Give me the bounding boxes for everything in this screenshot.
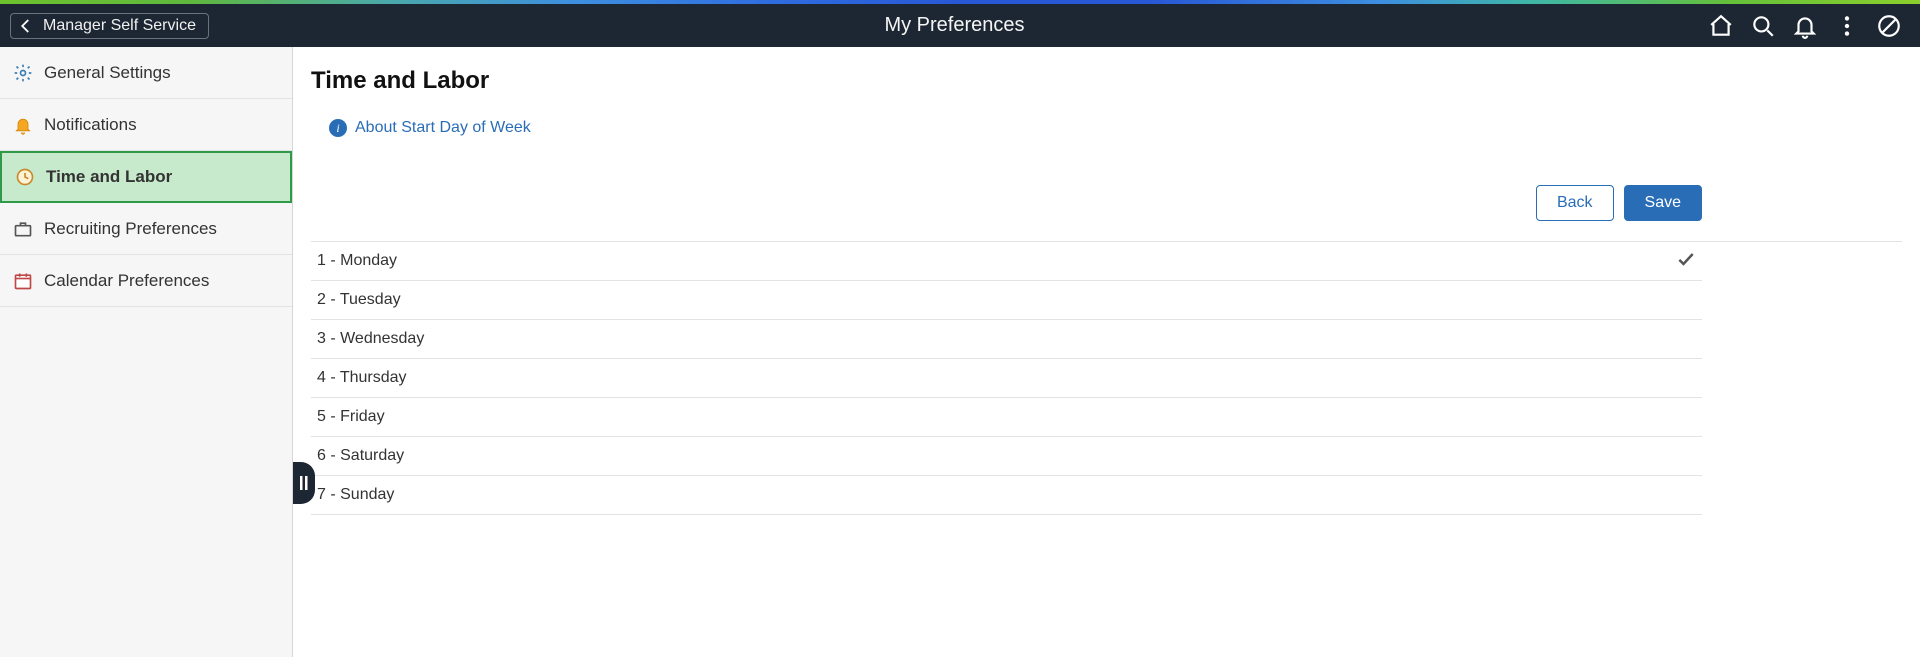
sidebar-item-time-and-labor[interactable]: Time and Labor: [0, 151, 292, 203]
chevron-left-icon: [17, 17, 35, 35]
search-icon: [1750, 13, 1776, 39]
search-button[interactable]: [1742, 8, 1784, 44]
bell-icon: [12, 114, 34, 136]
about-start-day-link[interactable]: About Start Day of Week: [355, 119, 531, 137]
home-icon: [1708, 13, 1734, 39]
actions-button[interactable]: [1826, 8, 1868, 44]
day-label: 3 - Wednesday: [317, 330, 424, 348]
bell-icon: [1792, 13, 1818, 39]
notifications-button[interactable]: [1784, 8, 1826, 44]
main-content: Time and Labor i About Start Day of Week…: [293, 47, 1920, 657]
day-label: 6 - Saturday: [317, 447, 404, 465]
day-row-saturday[interactable]: 6 - Saturday: [311, 437, 1702, 476]
calendar-icon: [12, 270, 34, 292]
page-title: Time and Labor: [311, 67, 1902, 95]
day-label: 5 - Friday: [317, 408, 385, 426]
day-label: 7 - Sunday: [317, 486, 394, 504]
page-header-title: My Preferences: [209, 14, 1700, 37]
day-row-monday[interactable]: 1 - Monday: [311, 242, 1702, 281]
sidebar-item-label: Time and Labor: [46, 167, 172, 187]
sidebar-item-label: General Settings: [44, 63, 171, 83]
sidebar-item-notifications[interactable]: Notifications: [0, 99, 292, 151]
day-row-tuesday[interactable]: 2 - Tuesday: [311, 281, 1702, 320]
back-label: Manager Self Service: [43, 17, 196, 35]
pause-icon: [299, 475, 309, 491]
day-row-friday[interactable]: 5 - Friday: [311, 398, 1702, 437]
back-button[interactable]: Manager Self Service: [10, 13, 209, 39]
back-page-button[interactable]: Back: [1536, 185, 1614, 221]
kebab-icon: [1834, 13, 1860, 39]
day-row-sunday[interactable]: 7 - Sunday: [311, 476, 1702, 515]
sidebar-item-general-settings[interactable]: General Settings: [0, 47, 292, 99]
day-list: 1 - Monday 2 - Tuesday 3 - Wednesday 4 -…: [311, 242, 1702, 515]
compass-icon: [1876, 13, 1902, 39]
sidebar-item-label: Recruiting Preferences: [44, 219, 217, 239]
day-label: 1 - Monday: [317, 252, 397, 270]
sidebar-item-recruiting-preferences[interactable]: Recruiting Preferences: [0, 203, 292, 255]
button-row: Back Save: [311, 185, 1902, 242]
briefcase-icon: [12, 218, 34, 240]
day-label: 2 - Tuesday: [317, 291, 401, 309]
check-icon: [1676, 249, 1696, 274]
day-row-wednesday[interactable]: 3 - Wednesday: [311, 320, 1702, 359]
navbar-button[interactable]: [1868, 8, 1910, 44]
sidebar-item-calendar-preferences[interactable]: Calendar Preferences: [0, 255, 292, 307]
info-icon: i: [329, 119, 347, 137]
sidebar-item-label: Notifications: [44, 115, 137, 135]
sidebar: General Settings Notifications Time and …: [0, 47, 293, 657]
sidebar-collapse-handle[interactable]: [293, 462, 315, 504]
header-bar: Manager Self Service My Preferences: [0, 4, 1920, 47]
home-button[interactable]: [1700, 8, 1742, 44]
sidebar-item-label: Calendar Preferences: [44, 271, 209, 291]
gear-icon: [12, 62, 34, 84]
info-link-row: i About Start Day of Week: [329, 119, 1902, 137]
day-label: 4 - Thursday: [317, 369, 407, 387]
save-button[interactable]: Save: [1624, 185, 1702, 221]
clock-icon: [14, 166, 36, 188]
day-row-thursday[interactable]: 4 - Thursday: [311, 359, 1702, 398]
